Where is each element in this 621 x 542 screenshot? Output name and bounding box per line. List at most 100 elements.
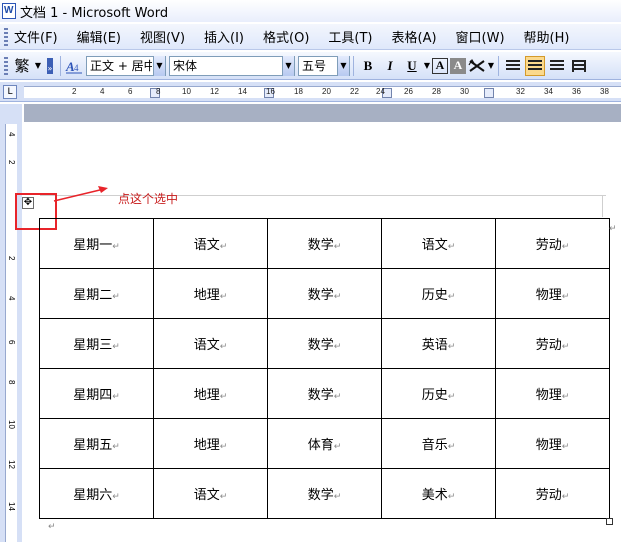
font-combo[interactable]: 宋体 ▼ [169, 55, 295, 76]
chevron-down-icon[interactable]: ▼ [282, 55, 294, 76]
table-row: 星期五↵ 地理↵ 体育↵ 音乐↵ 物理↵ [39, 418, 610, 469]
ruler-track[interactable]: 2 4 6 8 10 12 14 16 18 20 22 24 26 28 30… [24, 86, 621, 98]
options-grip-icon[interactable]: » [43, 55, 57, 77]
chevron-down-icon[interactable]: ▼ [423, 56, 431, 76]
styles-pane-icon[interactable]: A4 [64, 55, 84, 77]
style-combo[interactable]: 正文 + 居中 ▼ [86, 55, 166, 76]
table-cell[interactable]: 劳动↵ [495, 468, 610, 519]
table-cell[interactable]: 数学↵ [267, 218, 382, 269]
table-cell[interactable]: 劳动↵ [495, 218, 610, 269]
chevron-down-icon[interactable]: ▼ [487, 56, 495, 76]
text-boundary-line [602, 195, 603, 217]
table-cell[interactable]: 数学↵ [267, 368, 382, 419]
table-resize-handle[interactable] [606, 518, 613, 525]
ruler-tick: 8 [7, 380, 16, 385]
table-cell[interactable]: 星期二↵ [39, 268, 154, 319]
window-title: 文档 1 - Microsoft Word [20, 5, 169, 21]
table-cell[interactable]: 历史↵ [381, 268, 496, 319]
table-row: 星期二↵ 地理↵ 数学↵ 历史↵ 物理↵ [39, 268, 610, 319]
menu-window[interactable]: 窗口(W) [456, 27, 505, 46]
table-cell[interactable]: 星期一↵ [39, 218, 154, 269]
table-cell[interactable]: 数学↵ [267, 268, 382, 319]
table-cell[interactable]: 星期三↵ [39, 318, 154, 369]
char-scaling-icon[interactable] [467, 55, 487, 77]
ruler-tick: 14 [7, 502, 16, 511]
menu-file[interactable]: 文件(F) [14, 27, 58, 46]
table-cell[interactable]: 语文↵ [153, 468, 268, 519]
tab-selector[interactable]: L [3, 85, 17, 99]
ruler-tick: 30 [460, 87, 469, 96]
horizontal-ruler[interactable]: L 2 4 6 8 10 12 14 16 18 20 22 24 26 28 … [0, 82, 621, 102]
underline-button[interactable]: U [402, 56, 422, 76]
style-combo-value: 正文 + 居中 [90, 59, 152, 73]
table-cell[interactable]: 音乐↵ [381, 418, 496, 469]
menu-insert[interactable]: 插入(I) [204, 27, 244, 46]
chevron-down-icon[interactable]: ▼ [33, 56, 43, 76]
menu-view[interactable]: 视图(V) [140, 27, 185, 46]
align-justify-left-button[interactable] [503, 56, 523, 76]
ruler-tick: 6 [7, 340, 16, 345]
table-cell[interactable]: 语文↵ [381, 218, 496, 269]
menu-grip-handle[interactable] [4, 27, 8, 46]
table-cell[interactable]: 美术↵ [381, 468, 496, 519]
ruler-tick: 28 [432, 87, 441, 96]
table-cell[interactable]: 数学↵ [267, 468, 382, 519]
table-row: 星期六↵ 语文↵ 数学↵ 美术↵ 劳动↵ [39, 468, 610, 519]
table-cell[interactable]: 地理↵ [153, 268, 268, 319]
char-shading-button[interactable]: A [450, 57, 466, 74]
italic-button[interactable]: I [380, 56, 400, 76]
svg-text:»: » [48, 64, 53, 73]
vertical-ruler[interactable]: 4 2 2 4 6 8 10 12 14 [0, 104, 22, 542]
table-cell[interactable]: 星期四↵ [39, 368, 154, 419]
table-cell[interactable]: 语文↵ [153, 218, 268, 269]
ruler-tick: 4 [100, 87, 105, 96]
ruler-tick: 26 [404, 87, 413, 96]
table-cell[interactable]: 体育↵ [267, 418, 382, 469]
menu-format[interactable]: 格式(O) [263, 27, 309, 46]
toolbar-grip-handle[interactable] [4, 56, 8, 75]
char-border-button[interactable]: A [432, 57, 448, 74]
paragraph-mark: ↵ [48, 522, 56, 532]
word-app-icon[interactable] [2, 3, 16, 19]
table-row: 星期一↵ 语文↵ 数学↵ 语文↵ 劳动↵ [39, 218, 610, 269]
vertical-ruler-track[interactable] [5, 124, 17, 542]
ruler-tick: 10 [7, 420, 16, 429]
table-cell[interactable]: 星期五↵ [39, 418, 154, 469]
table-cell[interactable]: 地理↵ [153, 418, 268, 469]
table-cell[interactable]: 物理↵ [495, 268, 610, 319]
table-cell[interactable]: 历史↵ [381, 368, 496, 419]
ruler-tick: 12 [210, 87, 219, 96]
menu-tools[interactable]: 工具(T) [328, 27, 372, 46]
bold-button[interactable]: B [358, 56, 378, 76]
align-center-button[interactable] [525, 55, 545, 76]
ruler-tick: 38 [600, 87, 609, 96]
table-cell[interactable]: 英语↵ [381, 318, 496, 369]
menu-help[interactable]: 帮助(H) [524, 27, 570, 46]
table-cell[interactable]: 物理↵ [495, 418, 610, 469]
table-cell[interactable]: 物理↵ [495, 368, 610, 419]
toolbar-separator [353, 55, 354, 76]
table-cell[interactable]: 语文↵ [153, 318, 268, 369]
font-size-combo[interactable]: 五号 ▼ [298, 55, 350, 76]
table-cell[interactable]: 数学↵ [267, 318, 382, 369]
table-cell[interactable]: 地理↵ [153, 368, 268, 419]
ruler-tick: 22 [350, 87, 359, 96]
menu-table[interactable]: 表格(A) [392, 27, 437, 46]
schedule-table[interactable]: 星期一↵ 语文↵ 数学↵ 语文↵ 劳动↵ 星期二↵ 地理↵ 数学↵ 历史↵ 物理… [39, 218, 610, 519]
table-cell[interactable]: 星期六↵ [39, 468, 154, 519]
svg-text:4: 4 [74, 63, 79, 73]
ruler-tick: 16 [266, 87, 275, 96]
ruler-column-marker[interactable] [484, 88, 494, 98]
toolbar-separator [498, 55, 499, 76]
traditional-chinese-button[interactable]: 繁 [11, 55, 33, 77]
table-cell[interactable]: 劳动↵ [495, 318, 610, 369]
chevron-down-icon[interactable]: ▼ [337, 55, 349, 76]
row-end-mark: ↵ [609, 224, 617, 234]
menu-edit[interactable]: 编辑(E) [77, 27, 121, 46]
align-distributed-button[interactable] [569, 56, 589, 76]
align-right-button[interactable] [547, 56, 567, 76]
chevron-down-icon[interactable]: ▼ [153, 55, 165, 76]
ruler-tick: 36 [572, 87, 581, 96]
ruler-tick: 10 [182, 87, 191, 96]
table-move-handle-icon[interactable]: ✥ [22, 197, 34, 209]
